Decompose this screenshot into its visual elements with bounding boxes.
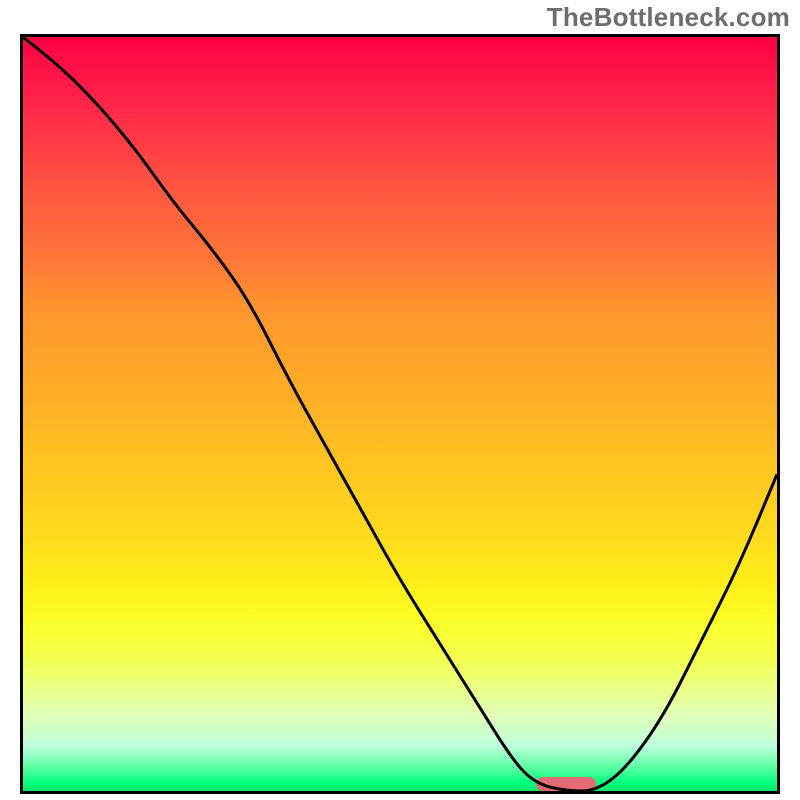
curve-path bbox=[23, 37, 777, 791]
chart-frame bbox=[20, 34, 780, 794]
bottleneck-curve bbox=[23, 37, 777, 791]
watermark-text: TheBottleneck.com bbox=[547, 2, 790, 33]
